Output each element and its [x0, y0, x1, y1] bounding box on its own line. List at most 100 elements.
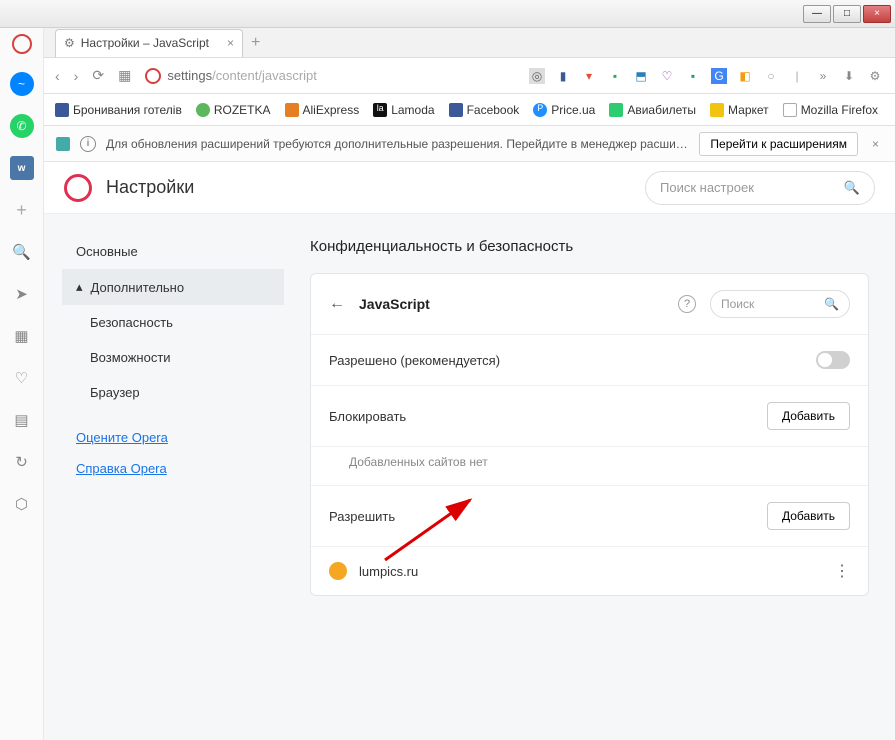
sidebar-item-browser[interactable]: Браузер: [62, 375, 284, 410]
rate-opera-link[interactable]: Оцените Opera: [62, 422, 284, 453]
downloads-icon[interactable]: ⬇: [841, 68, 857, 84]
ext-icon[interactable]: ♡: [659, 68, 675, 84]
section-title: Конфиденциальность и безопасность: [310, 238, 869, 255]
ext-icon[interactable]: ◎: [529, 68, 545, 84]
opera-logo-icon: [64, 174, 92, 202]
allow-section-header: Разрешить Добавить: [311, 486, 868, 547]
bookmark-item[interactable]: Маркет: [710, 103, 769, 117]
heart-icon[interactable]: ♡: [10, 366, 34, 390]
javascript-toggle[interactable]: [816, 351, 850, 369]
sidebar-item-security[interactable]: Безопасность: [62, 305, 284, 340]
page-title: Настройки: [106, 177, 194, 198]
window-close-button[interactable]: ×: [863, 5, 891, 23]
tab-settings[interactable]: ⚙ Настройки – JavaScript ×: [55, 29, 243, 57]
info-icon: i: [80, 136, 96, 152]
bookmarks-bar: Бронивания готелів ROZETKA AliExpress la…: [0, 94, 895, 126]
page-header: Настройки Поиск настроек 🔍: [44, 162, 895, 214]
panel-header: ← JavaScript ? Поиск 🔍: [311, 274, 868, 335]
block-title: Блокировать: [329, 409, 406, 424]
settings-content: Настройки Поиск настроек 🔍 Основные ▴ До…: [44, 162, 895, 740]
opera-logo-icon[interactable]: [12, 34, 32, 54]
chevron-up-icon: ▴: [76, 279, 83, 295]
bookmark-item[interactable]: ROZETKA: [196, 103, 271, 117]
extensions-icon[interactable]: ⬡: [10, 492, 34, 516]
window-maximize-button[interactable]: □: [833, 5, 861, 23]
allowed-toggle-row: Разрешено (рекомендуется): [311, 335, 868, 386]
ext-icon[interactable]: ▪: [685, 68, 701, 84]
bookmark-item[interactable]: Авиабилеты: [609, 103, 696, 117]
bookmark-item[interactable]: laLamoda: [373, 103, 434, 117]
ext-icon[interactable]: ○: [763, 68, 779, 84]
site-more-button[interactable]: ⋮: [834, 561, 850, 581]
vk-icon[interactable]: w: [10, 156, 34, 180]
add-messenger-button[interactable]: +: [10, 198, 34, 222]
ext-icon[interactable]: ⬒: [633, 68, 649, 84]
allowed-label: Разрешено (рекомендуется): [329, 353, 500, 368]
settings-main: Конфиденциальность и безопасность ← Java…: [284, 214, 895, 740]
bookmark-item[interactable]: PPrice.ua: [533, 103, 595, 117]
allow-add-button[interactable]: Добавить: [767, 502, 850, 530]
settings-sidebar: Основные ▴ Дополнительно Безопасность Во…: [44, 214, 284, 740]
back-arrow-button[interactable]: ←: [329, 295, 345, 313]
address-bar: ‹ › ⟳ ▦ settings/content/javascript ◎ ▮ …: [0, 58, 895, 94]
help-icon[interactable]: ?: [678, 295, 696, 313]
history-icon[interactable]: ↻: [10, 450, 34, 474]
ext-icon[interactable]: ▮: [555, 68, 571, 84]
search-icon: 🔍: [844, 180, 860, 196]
notification-text: Для обновления расширений требуются допо…: [106, 137, 689, 151]
ext-icon[interactable]: ▪: [607, 68, 623, 84]
tab-bar: ⚙ Настройки – JavaScript × +: [0, 28, 895, 58]
allowed-site-row: lumpics.ru ⋮: [311, 547, 868, 595]
tab-close-icon[interactable]: ×: [227, 36, 234, 50]
gear-icon: ⚙: [64, 36, 75, 50]
notification-bar: i Для обновления расширений требуются до…: [44, 126, 895, 162]
tab-title: Настройки – JavaScript: [81, 36, 209, 50]
help-opera-link[interactable]: Справка Opera: [62, 453, 284, 484]
address-field[interactable]: settings/content/javascript: [145, 68, 515, 84]
new-tab-button[interactable]: +: [251, 34, 260, 52]
ext-icon[interactable]: |: [789, 68, 805, 84]
block-section-header: Блокировать Добавить: [311, 386, 868, 447]
window-minimize-button[interactable]: —: [803, 5, 831, 23]
site-identity-icon: [145, 68, 161, 84]
bookmark-item[interactable]: AliExpress: [285, 103, 360, 117]
messenger-icon[interactable]: ~: [10, 72, 34, 96]
sidebar-item-features[interactable]: Возможности: [62, 340, 284, 375]
reload-button[interactable]: ⟳: [92, 67, 104, 84]
settings-search-input[interactable]: Поиск настроек 🔍: [645, 171, 875, 205]
ext-icon[interactable]: G: [711, 68, 727, 84]
window-titlebar: — □ ×: [0, 0, 895, 28]
search-icon: 🔍: [824, 297, 839, 311]
panel-title: JavaScript: [359, 296, 664, 312]
speed-dial-button[interactable]: ▦: [118, 67, 131, 84]
ext-icon[interactable]: ◧: [737, 68, 753, 84]
nav-back-button[interactable]: ‹: [55, 68, 60, 84]
send-icon[interactable]: ➤: [10, 282, 34, 306]
site-favicon: [329, 562, 347, 580]
speed-dial-icon[interactable]: ▦: [10, 324, 34, 348]
nav-forward-button[interactable]: ›: [74, 68, 79, 84]
sidebar-item-advanced[interactable]: ▴ Дополнительно: [62, 269, 284, 305]
ext-icon[interactable]: ▾: [581, 68, 597, 84]
javascript-panel: ← JavaScript ? Поиск 🔍 Разрешено (рекоме…: [310, 273, 869, 596]
whatsapp-icon[interactable]: ✆: [10, 114, 34, 138]
bookmark-item[interactable]: Бронивания готелів: [55, 103, 182, 117]
toolbar-extensions: ◎ ▮ ▾ ▪ ⬒ ♡ ▪ G ◧ ○ | » ⬇ ⚙: [529, 68, 883, 84]
panel-search-input[interactable]: Поиск 🔍: [710, 290, 850, 318]
site-name: lumpics.ru: [359, 564, 418, 579]
block-add-button[interactable]: Добавить: [767, 402, 850, 430]
url-text: settings/content/javascript: [167, 68, 317, 83]
left-rail: ~ ✆ w + 🔍 ➤ ▦ ♡ ▤ ↻ ⬡: [0, 28, 44, 740]
bookmark-item[interactable]: Mozilla Firefox: [783, 103, 878, 117]
search-sidebar-icon[interactable]: 🔍: [10, 240, 34, 264]
bookmark-item[interactable]: Facebook: [449, 103, 520, 117]
goto-extensions-button[interactable]: Перейти к расширениям: [699, 132, 858, 156]
block-empty-text: Добавленных сайтов нет: [311, 447, 868, 486]
easy-setup-icon[interactable]: ⚙: [867, 68, 883, 84]
allow-title: Разрешить: [329, 509, 395, 524]
ext-menu-icon[interactable]: »: [815, 68, 831, 84]
notif-puzzle-icon: [56, 137, 70, 151]
sidebar-item-basic[interactable]: Основные: [62, 234, 284, 269]
news-icon[interactable]: ▤: [10, 408, 34, 432]
notification-close-icon[interactable]: ×: [868, 137, 883, 151]
